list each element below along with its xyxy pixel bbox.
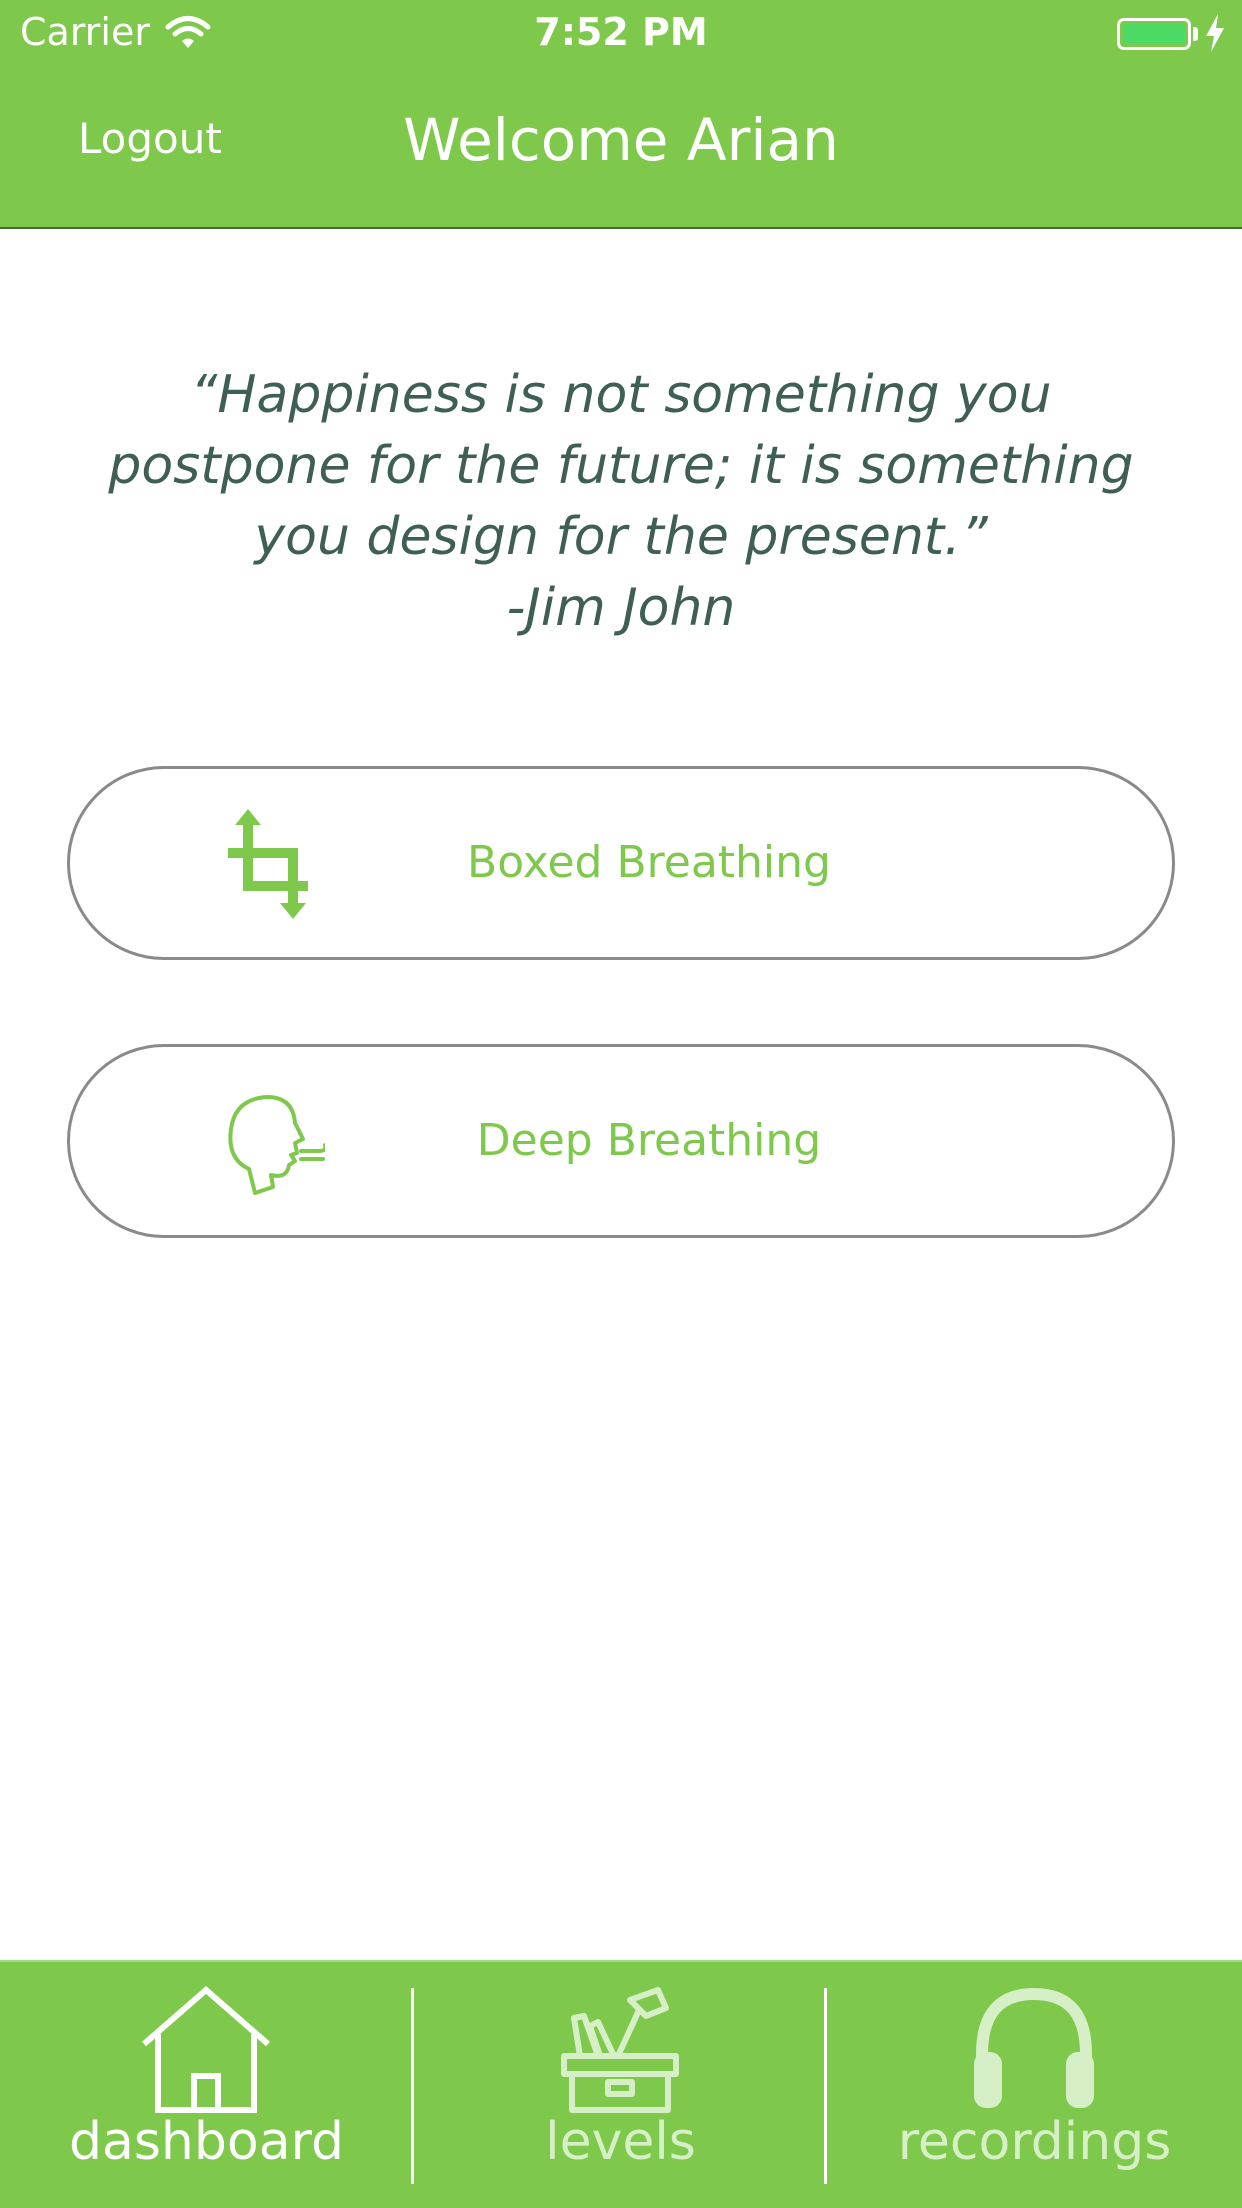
deep-breathing-button[interactable]: Deep Breathing [67,1044,1175,1238]
quote-line: you design for the present.” [254,507,988,567]
toolbox-icon [561,1987,679,2113]
quote-line: postpone for the future; it is something [108,436,1134,496]
quote-block: “Happiness is not something you postpone… [60,360,1182,644]
house-icon [142,1986,270,2113]
tab-divider [824,1988,827,2184]
tab-dashboard-label: dashboard [68,2112,345,2172]
status-time: 7:52 PM [534,10,708,54]
deep-breathing-label: Deep Breathing [476,1115,822,1166]
quote-author: -Jim John [506,578,736,638]
boxed-breathing-button[interactable]: Boxed Breathing [67,766,1175,960]
page-title: Welcome Arian [403,106,839,174]
tab-recordings-label: recordings [897,2112,1172,2172]
charging-bolt-icon [1206,14,1224,52]
tab-levels[interactable]: levels [414,1962,827,2208]
tab-recordings[interactable]: recordings [828,1962,1241,2208]
headphones-icon [974,1987,1094,2108]
status-bar: Carrier 7:52 PM [0,0,1242,66]
quote-line: “Happiness is not something you [190,365,1052,425]
tab-dashboard[interactable]: dashboard [0,1962,413,2208]
tab-levels-label: levels [545,2112,696,2172]
battery-tip [1193,27,1198,41]
boxed-breathing-label: Boxed Breathing [467,837,831,888]
tab-bar: dashboard levels recordings [0,1960,1242,2208]
battery-icon [1117,18,1191,50]
nav-bar: Carrier 7:52 PM Logout Welcome Arian [0,0,1242,229]
